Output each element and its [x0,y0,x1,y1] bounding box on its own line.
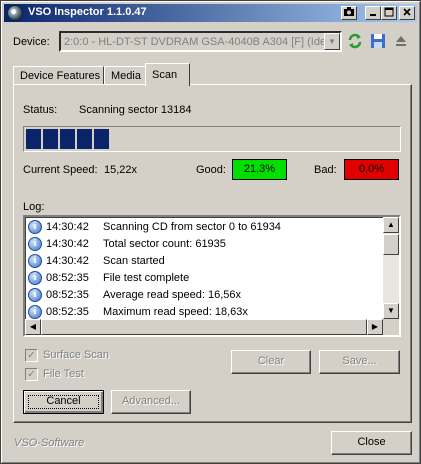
log-message: Scanning CD from sector 0 to 61934 [103,221,281,233]
log-label: Log: [23,201,45,213]
scroll-up-icon[interactable]: ▲ [383,217,399,233]
surface-scan-label: Surface Scan [43,349,110,361]
eject-icon[interactable] [393,33,409,49]
progress-block [26,129,41,149]
log-vertical-scrollbar[interactable]: ▲ ▼ [383,217,399,319]
advanced-button-label: Advanced... [121,395,181,407]
log-time: 08:52:35 [46,289,89,301]
scan-progress-bar [23,126,401,152]
scroll-thumb[interactable] [41,319,367,335]
log-rows: i 14:30:42 Scanning CD from sector 0 to 61… [26,219,384,321]
info-icon: i [28,271,42,285]
tab-device-features[interactable]: Device Features [13,66,104,85]
log-time: 08:52:35 [46,306,89,318]
close-icon [403,8,411,16]
status-value: Scanning sector 13184 [79,104,192,116]
chevron-down-icon[interactable]: ▼ [324,33,340,50]
tab-scan[interactable]: Scan [145,63,190,86]
tab-media[interactable]: Media [104,66,147,85]
minimize-icon [370,14,376,16]
log-message: Scan started [103,255,165,267]
device-select-value: 2:0:0 - HL-DT-ST DVDRAM GSA-4040B A304 [… [64,36,330,48]
progress-fill [26,129,109,149]
scroll-left-icon[interactable]: ◀ [25,319,41,335]
tab-label: Scan [152,69,178,81]
log-time: 08:52:35 [46,272,89,284]
info-icon: i [28,237,42,251]
close-button[interactable]: Close [331,431,412,455]
minimize-button[interactable] [365,6,381,20]
status-label: Status: [23,104,58,116]
log-message: File test complete [103,272,190,284]
bad-percentage: 0,0% [344,159,399,180]
advanced-button[interactable]: Advanced... [111,390,191,414]
cancel-button-label: Cancel [46,395,81,407]
device-label: Device: [13,36,50,48]
window-title: VSO Inspector 1.1.0.47 [28,6,147,18]
maximize-icon [384,7,394,17]
clear-button-label: Clear [257,355,285,367]
speed-value: 15,22x [104,164,138,176]
save-icon[interactable] [370,33,386,49]
main-window: VSO Inspector 1.1.0.47 Device: 2:0:0 - H… [0,0,421,464]
log-time: 14:30:42 [46,255,89,267]
close-button-label: Close [357,436,386,448]
log-time: 14:30:42 [46,221,89,233]
tab-label: Media [111,70,141,82]
refresh-icon[interactable] [347,33,363,49]
log-horizontal-scrollbar[interactable]: ◀ ▶ [25,319,383,335]
info-icon: i [28,220,42,234]
log-row[interactable]: i 14:30:42 Total sector count: 61935 [26,236,384,253]
log-row[interactable]: i 08:52:35 File test complete [26,270,384,287]
scroll-right-icon[interactable]: ▶ [367,319,383,335]
file-test-label: File Test [43,368,84,380]
progress-block [43,129,58,149]
log-time: 14:30:42 [46,238,89,250]
tab-label: Device Features [20,70,101,82]
scroll-thumb[interactable] [383,234,399,255]
info-icon: i [28,254,42,268]
scroll-down-icon[interactable]: ▼ [383,303,399,319]
bad-label: Bad: [314,164,337,176]
speed-label: Current Speed: [23,164,98,176]
app-disc-icon [7,5,23,21]
save-button-label: Save... [342,355,377,367]
log-message: Maximum read speed: 18,63x [103,306,248,318]
title-bar[interactable]: VSO Inspector 1.1.0.47 [4,4,417,22]
checkmark-icon: ✓ [25,349,38,362]
progress-block [60,129,75,149]
camera-icon[interactable] [341,6,357,20]
maximize-button[interactable] [381,6,397,20]
info-icon: i [28,305,42,319]
brand-footer: VSO-Software [14,437,85,449]
clear-button[interactable]: Clear [231,350,311,374]
cancel-button[interactable]: Cancel [23,390,104,414]
log-list[interactable]: i 14:30:42 Scanning CD from sector 0 to 61… [23,215,401,337]
progress-block [77,129,92,149]
good-percentage: 21,3% [232,159,287,180]
progress-block [94,129,109,149]
info-icon: i [28,288,42,302]
log-message: Total sector count: 61935 [103,238,226,250]
close-window-button[interactable] [399,6,415,20]
log-row[interactable]: i 14:30:42 Scanning CD from sector 0 to 61… [26,219,384,236]
save-button[interactable]: Save... [319,350,400,374]
checkmark-icon: ✓ [25,368,38,381]
device-select[interactable]: 2:0:0 - HL-DT-ST DVDRAM GSA-4040B A304 [… [59,31,342,52]
log-row[interactable]: i 14:30:42 Scan started [26,253,384,270]
scroll-corner [383,319,399,335]
log-row[interactable]: i 08:52:35 Average read speed: 16,56x [26,287,384,304]
good-label: Good: [196,164,226,176]
log-message: Average read speed: 16,56x [103,289,242,301]
